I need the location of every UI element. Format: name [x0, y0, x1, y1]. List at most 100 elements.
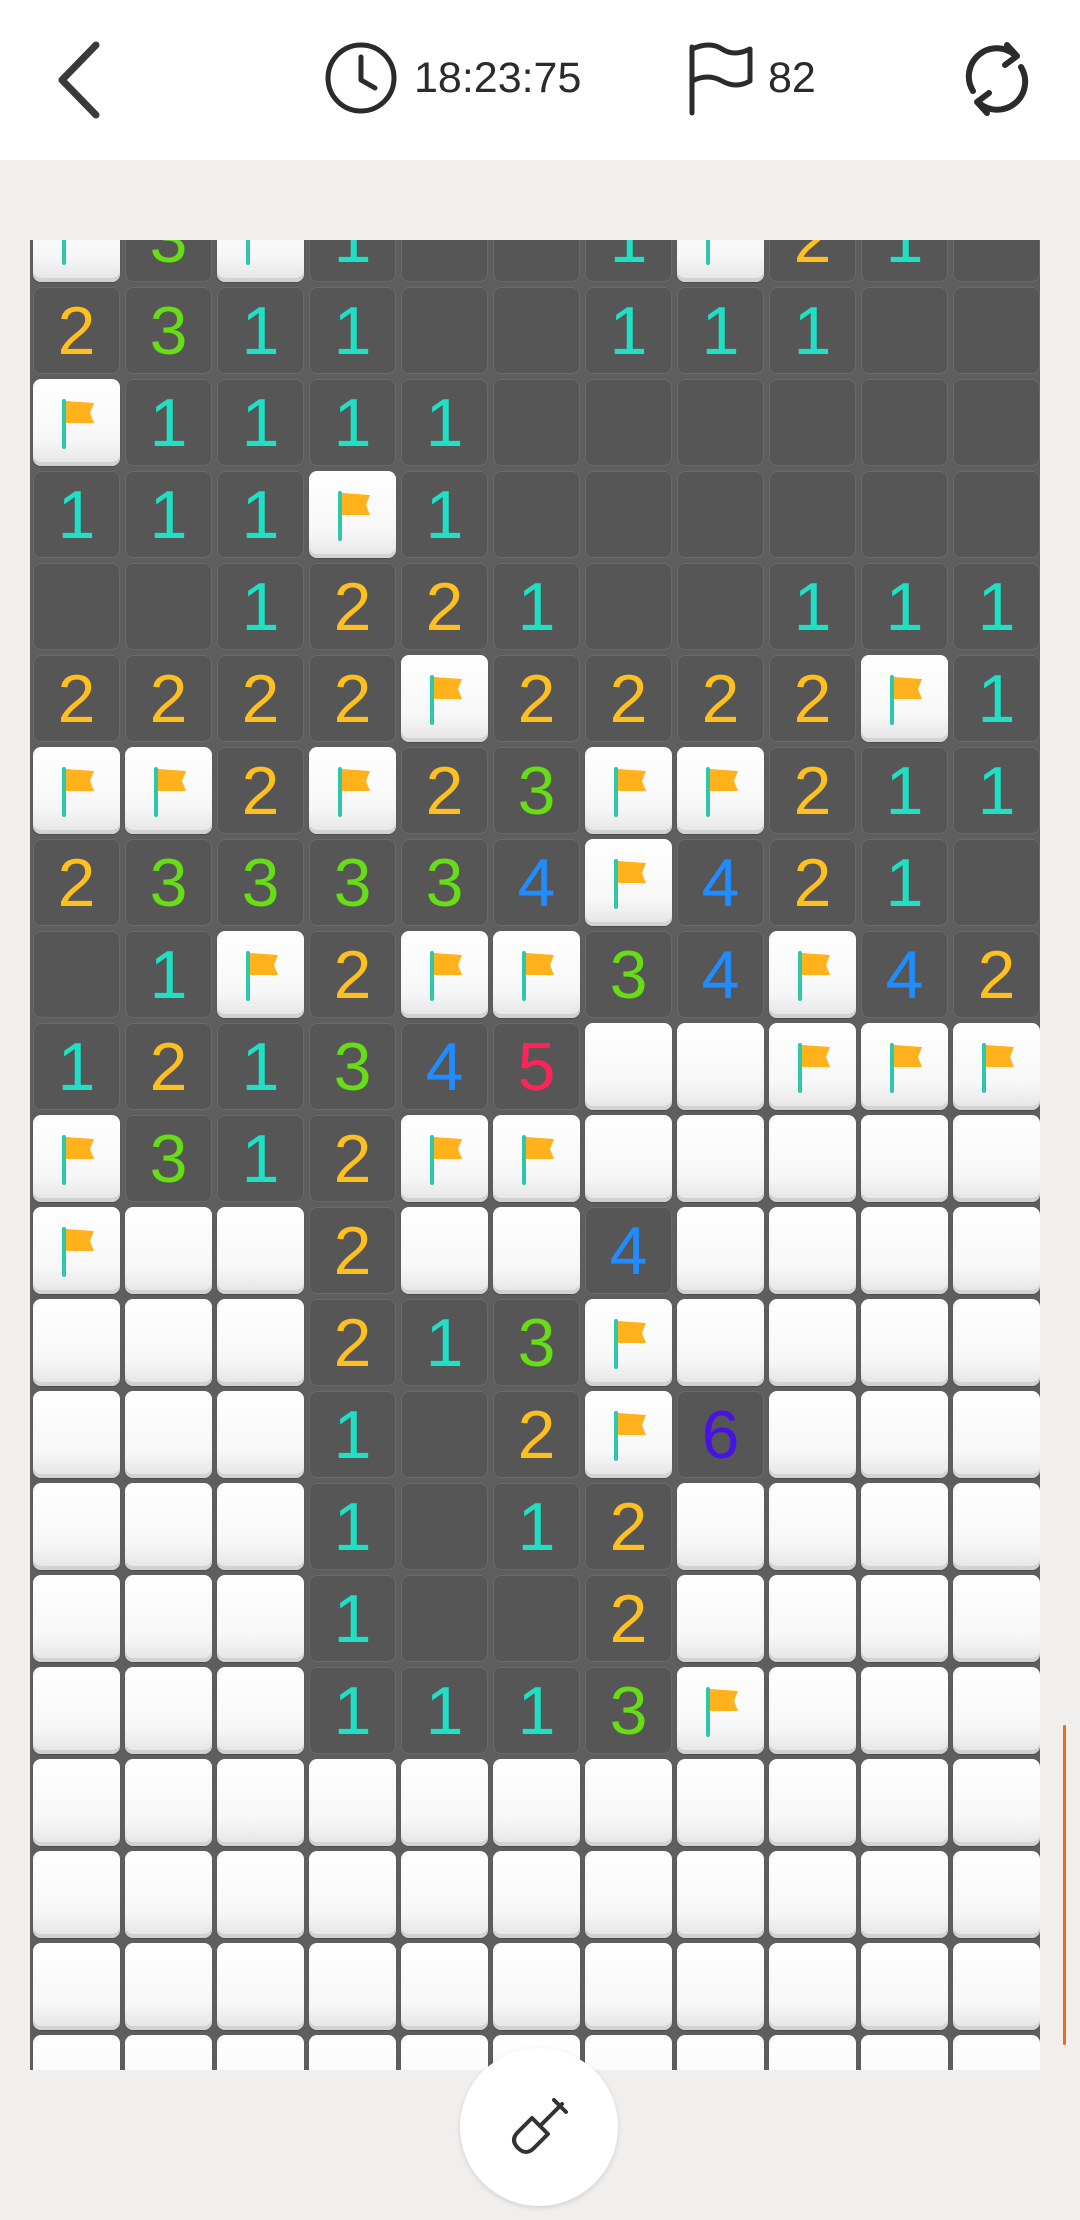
flagged-cell[interactable] — [769, 1023, 856, 1110]
empty-cell[interactable] — [33, 563, 120, 650]
empty-cell[interactable] — [953, 471, 1040, 558]
unopened-cell[interactable] — [33, 1943, 120, 2030]
empty-cell[interactable] — [677, 563, 764, 650]
number-cell[interactable]: 2 — [217, 747, 304, 834]
empty-cell[interactable] — [493, 287, 580, 374]
scroll-indicator[interactable] — [1063, 1725, 1066, 2045]
number-cell[interactable]: 1 — [769, 287, 856, 374]
flagged-cell[interactable] — [125, 747, 212, 834]
empty-cell[interactable] — [33, 931, 120, 1018]
unopened-cell[interactable] — [401, 1943, 488, 2030]
number-cell[interactable]: 2 — [401, 747, 488, 834]
unopened-cell[interactable] — [861, 2035, 948, 2070]
unopened-cell[interactable] — [861, 1575, 948, 1662]
number-cell[interactable]: 3 — [125, 1115, 212, 1202]
unopened-cell[interactable] — [953, 1115, 1040, 1202]
unopened-cell[interactable] — [861, 1483, 948, 1570]
number-cell[interactable]: 2 — [33, 839, 120, 926]
flagged-cell[interactable] — [401, 655, 488, 742]
number-cell[interactable]: 1 — [677, 287, 764, 374]
unopened-cell[interactable] — [309, 1943, 396, 2030]
unopened-cell[interactable] — [677, 1759, 764, 1846]
unopened-cell[interactable] — [585, 1851, 672, 1938]
number-cell[interactable]: 3 — [125, 287, 212, 374]
number-cell[interactable]: 2 — [585, 1483, 672, 1570]
number-cell[interactable]: 3 — [585, 1667, 672, 1754]
number-cell[interactable]: 4 — [493, 839, 580, 926]
number-cell[interactable]: 2 — [493, 1391, 580, 1478]
unopened-cell[interactable] — [309, 2035, 396, 2070]
unopened-cell[interactable] — [125, 1667, 212, 1754]
unopened-cell[interactable] — [217, 1391, 304, 1478]
unopened-cell[interactable] — [769, 1667, 856, 1754]
unopened-cell[interactable] — [493, 1207, 580, 1294]
unopened-cell[interactable] — [493, 1759, 580, 1846]
flagged-cell[interactable] — [677, 747, 764, 834]
flagged-cell[interactable] — [33, 240, 120, 282]
number-cell[interactable]: 1 — [585, 240, 672, 282]
number-cell[interactable]: 2 — [585, 655, 672, 742]
flagged-cell[interactable] — [33, 1115, 120, 1202]
number-cell[interactable]: 2 — [309, 655, 396, 742]
number-cell[interactable]: 2 — [769, 240, 856, 282]
flagged-cell[interactable] — [309, 471, 396, 558]
restart-button[interactable] — [954, 36, 1040, 122]
number-cell[interactable]: 2 — [769, 655, 856, 742]
unopened-cell[interactable] — [861, 1207, 948, 1294]
empty-cell[interactable] — [953, 379, 1040, 466]
empty-cell[interactable] — [953, 839, 1040, 926]
number-cell[interactable]: 2 — [309, 1299, 396, 1386]
unopened-cell[interactable] — [125, 1759, 212, 1846]
number-cell[interactable]: 1 — [401, 1299, 488, 1386]
number-cell[interactable]: 1 — [953, 747, 1040, 834]
flagged-cell[interactable] — [493, 1115, 580, 1202]
number-cell[interactable]: 4 — [677, 839, 764, 926]
unopened-cell[interactable] — [769, 2035, 856, 2070]
number-cell[interactable]: 2 — [493, 655, 580, 742]
number-cell[interactable]: 1 — [217, 379, 304, 466]
number-cell[interactable]: 5 — [493, 1023, 580, 1110]
unopened-cell[interactable] — [217, 1851, 304, 1938]
unopened-cell[interactable] — [217, 2035, 304, 2070]
number-cell[interactable]: 4 — [677, 931, 764, 1018]
empty-cell[interactable] — [769, 379, 856, 466]
number-cell[interactable]: 2 — [585, 1575, 672, 1662]
number-cell[interactable]: 1 — [861, 747, 948, 834]
unopened-cell[interactable] — [217, 1299, 304, 1386]
flagged-cell[interactable] — [861, 1023, 948, 1110]
number-cell[interactable]: 3 — [217, 839, 304, 926]
unopened-cell[interactable] — [33, 1851, 120, 1938]
flagged-cell[interactable] — [401, 931, 488, 1018]
empty-cell[interactable] — [585, 379, 672, 466]
number-cell[interactable]: 3 — [493, 1299, 580, 1386]
unopened-cell[interactable] — [769, 1299, 856, 1386]
number-cell[interactable]: 1 — [493, 563, 580, 650]
unopened-cell[interactable] — [125, 1575, 212, 1662]
back-button[interactable] — [40, 30, 120, 130]
unopened-cell[interactable] — [217, 1943, 304, 2030]
number-cell[interactable]: 1 — [585, 287, 672, 374]
number-cell[interactable]: 2 — [677, 655, 764, 742]
number-cell[interactable]: 3 — [493, 747, 580, 834]
flagged-cell[interactable] — [217, 240, 304, 282]
unopened-cell[interactable] — [125, 1943, 212, 2030]
unopened-cell[interactable] — [401, 1759, 488, 1846]
number-cell[interactable]: 1 — [217, 471, 304, 558]
number-cell[interactable]: 3 — [125, 240, 212, 282]
number-cell[interactable]: 2 — [309, 1115, 396, 1202]
unopened-cell[interactable] — [769, 1391, 856, 1478]
number-cell[interactable]: 1 — [401, 1667, 488, 1754]
number-cell[interactable]: 1 — [217, 1115, 304, 1202]
flagged-cell[interactable] — [33, 379, 120, 466]
number-cell[interactable]: 6 — [677, 1391, 764, 1478]
empty-cell[interactable] — [953, 240, 1040, 282]
empty-cell[interactable] — [401, 1391, 488, 1478]
unopened-cell[interactable] — [33, 1483, 120, 1570]
number-cell[interactable]: 4 — [861, 931, 948, 1018]
empty-cell[interactable] — [493, 240, 580, 282]
number-cell[interactable]: 1 — [33, 1023, 120, 1110]
number-cell[interactable]: 4 — [585, 1207, 672, 1294]
number-cell[interactable]: 1 — [493, 1667, 580, 1754]
unopened-cell[interactable] — [585, 1759, 672, 1846]
number-cell[interactable]: 1 — [125, 931, 212, 1018]
